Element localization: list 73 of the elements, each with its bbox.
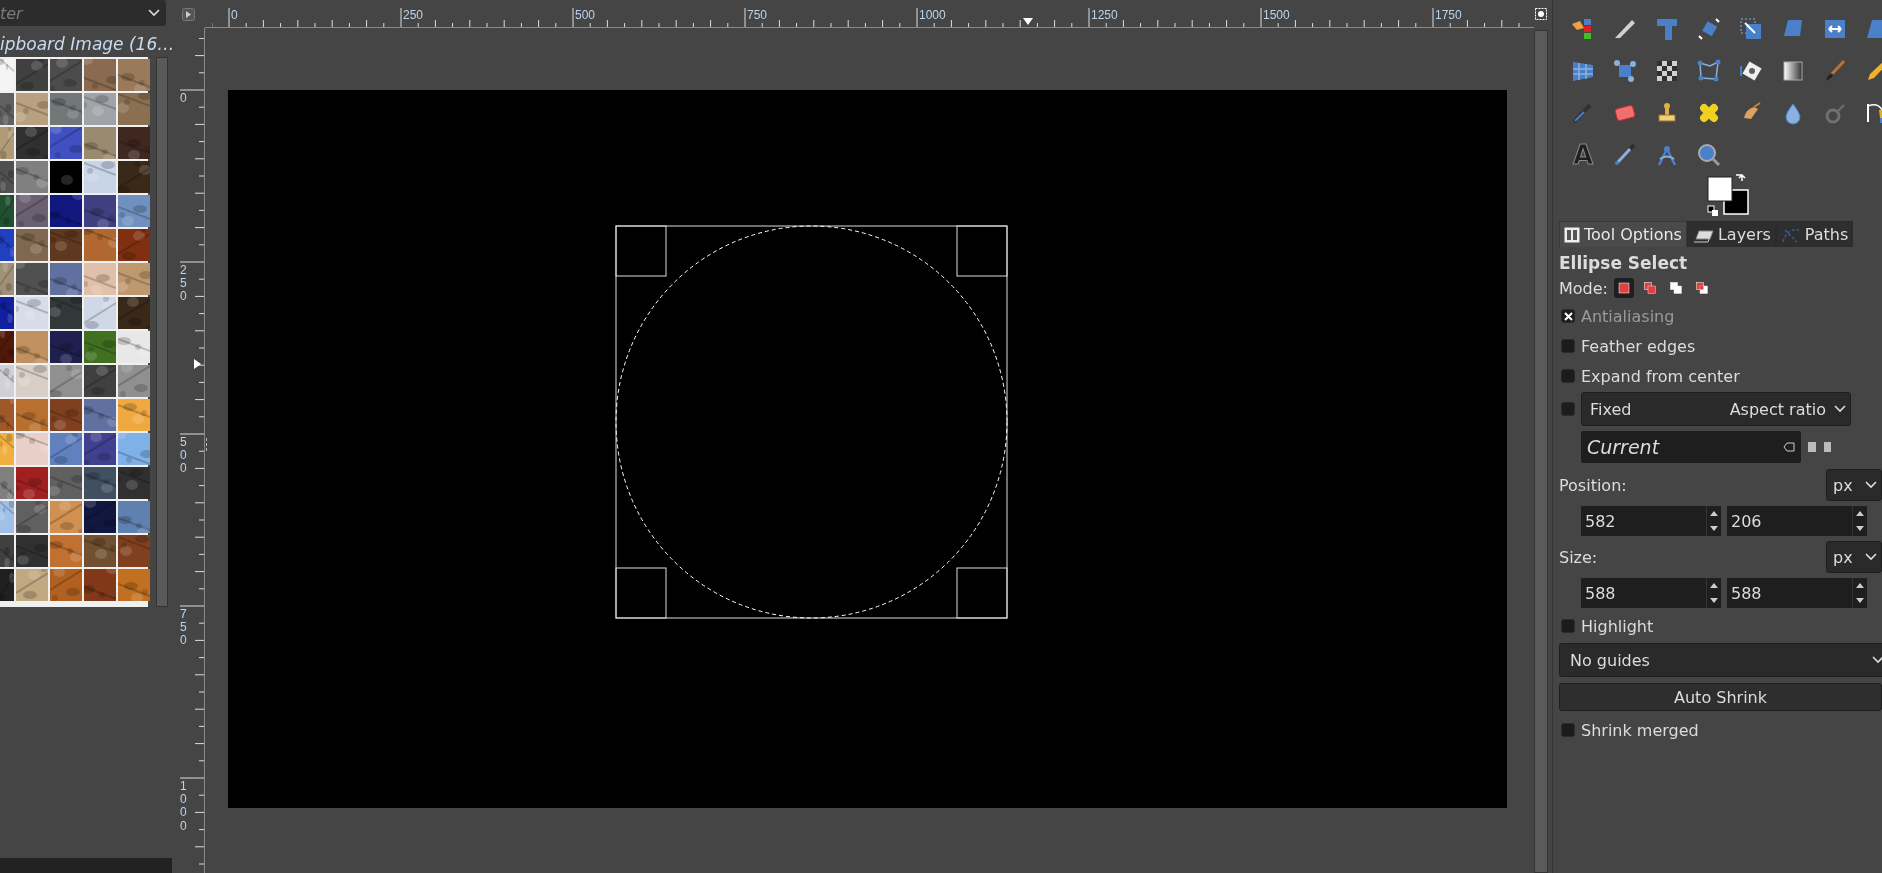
chevron-icon <box>1865 553 1877 561</box>
tab[interactable]: Tool Options <box>1559 221 1687 247</box>
checkbox[interactable] <box>1561 402 1575 416</box>
scrollbar[interactable] <box>156 57 168 607</box>
checkbox[interactable] <box>1561 723 1575 737</box>
number-field[interactable]: 588 <box>1727 578 1852 608</box>
mode-button[interactable] <box>1614 278 1634 298</box>
ruler-label: 500 <box>575 9 596 21</box>
spin-arrows[interactable] <box>1706 578 1721 608</box>
spin-arrows[interactable] <box>1852 578 1867 608</box>
ellipse-selection-drawing[interactable] <box>615 225 1008 619</box>
checkbox-label: Expand from center <box>1581 366 1740 386</box>
ruler-label: 250 <box>180 264 188 304</box>
guides-dropdown[interactable]: No guides <box>1559 643 1882 677</box>
document-icon[interactable] <box>1807 441 1817 453</box>
ruler-label: 0 <box>180 92 188 106</box>
tab[interactable]: Paths <box>1775 221 1854 247</box>
ruler-label: 250 <box>403 9 424 21</box>
field-label: Size: <box>1559 547 1598 567</box>
ratio-field[interactable]: Current <box>1581 431 1801 463</box>
unit-dropdown[interactable]: px <box>1826 469 1882 501</box>
ruler-label: 0 <box>231 9 238 21</box>
checkbox-label: Antialiasing <box>1581 306 1675 326</box>
ruler-label: 750 <box>747 9 768 21</box>
chevron-icon <box>1872 656 1882 664</box>
color-swatches-drawing[interactable] <box>1704 173 1750 219</box>
panel-handle-icon[interactable] <box>205 438 208 452</box>
document-icon[interactable] <box>1823 441 1831 453</box>
pattern-name: ipboard Image (16… <box>0 33 172 56</box>
gradient-icon[interactable] <box>1780 58 1806 84</box>
scrollbar[interactable] <box>1534 30 1548 873</box>
ruler-label: 1000 <box>180 780 188 833</box>
ruler-label: 750 <box>180 608 188 648</box>
checkbox[interactable] <box>1561 339 1575 353</box>
sliders-icon <box>1564 226 1580 243</box>
fixed-dropdown[interactable]: Fixed Aspect ratio <box>1581 392 1851 426</box>
checker-icon[interactable] <box>1654 58 1680 84</box>
number-field[interactable]: 206 <box>1727 506 1852 536</box>
checkbox-label: Shrink merged <box>1581 720 1699 740</box>
number-field[interactable]: 582 <box>1581 506 1706 536</box>
checkbox-label: Highlight <box>1581 616 1654 636</box>
ruler-label: 500 <box>180 436 188 476</box>
chevron-icon <box>1865 481 1877 489</box>
scale-icon[interactable] <box>1738 16 1764 42</box>
unit-dropdown[interactable]: px <box>1826 541 1882 573</box>
rotate-icon[interactable] <box>1696 16 1722 42</box>
spin-arrows[interactable] <box>1852 506 1867 536</box>
nodes-icon[interactable] <box>1612 58 1638 84</box>
nodes-icon[interactable] <box>1696 58 1722 84</box>
tab[interactable]: Layers <box>1686 221 1776 247</box>
mode-label: Mode: <box>1559 278 1608 298</box>
auto-shrink-button[interactable]: Auto Shrink <box>1559 683 1882 711</box>
crop-icon[interactable] <box>1654 16 1680 42</box>
search-icon[interactable] <box>1696 142 1722 168</box>
ruler-label: 1500 <box>1263 9 1290 21</box>
checkbox-label: Feather edges <box>1581 336 1696 356</box>
tool-title: Ellipse Select <box>1559 252 1689 275</box>
ruler-label: 1750 <box>1435 9 1462 21</box>
quick-mask-icon[interactable] <box>1535 8 1547 20</box>
clear-icon[interactable] <box>1783 442 1795 452</box>
spin-arrows[interactable] <box>1706 506 1721 536</box>
field-label: Position: <box>1559 475 1627 495</box>
ruler-label: 1000 <box>919 9 946 21</box>
checkbox[interactable] <box>1561 619 1575 633</box>
pointer-marker-icon <box>194 359 201 369</box>
checkbox[interactable] <box>1561 369 1575 383</box>
bucket-icon[interactable] <box>1738 58 1764 84</box>
ruler-label: 1250 <box>1091 9 1118 21</box>
chevron-icon <box>148 9 160 17</box>
number-field[interactable]: 588 <box>1581 578 1706 608</box>
pointer-marker-icon <box>1023 18 1033 25</box>
chevron-icon <box>1834 405 1846 413</box>
eyedropper-icon[interactable] <box>1612 142 1638 168</box>
